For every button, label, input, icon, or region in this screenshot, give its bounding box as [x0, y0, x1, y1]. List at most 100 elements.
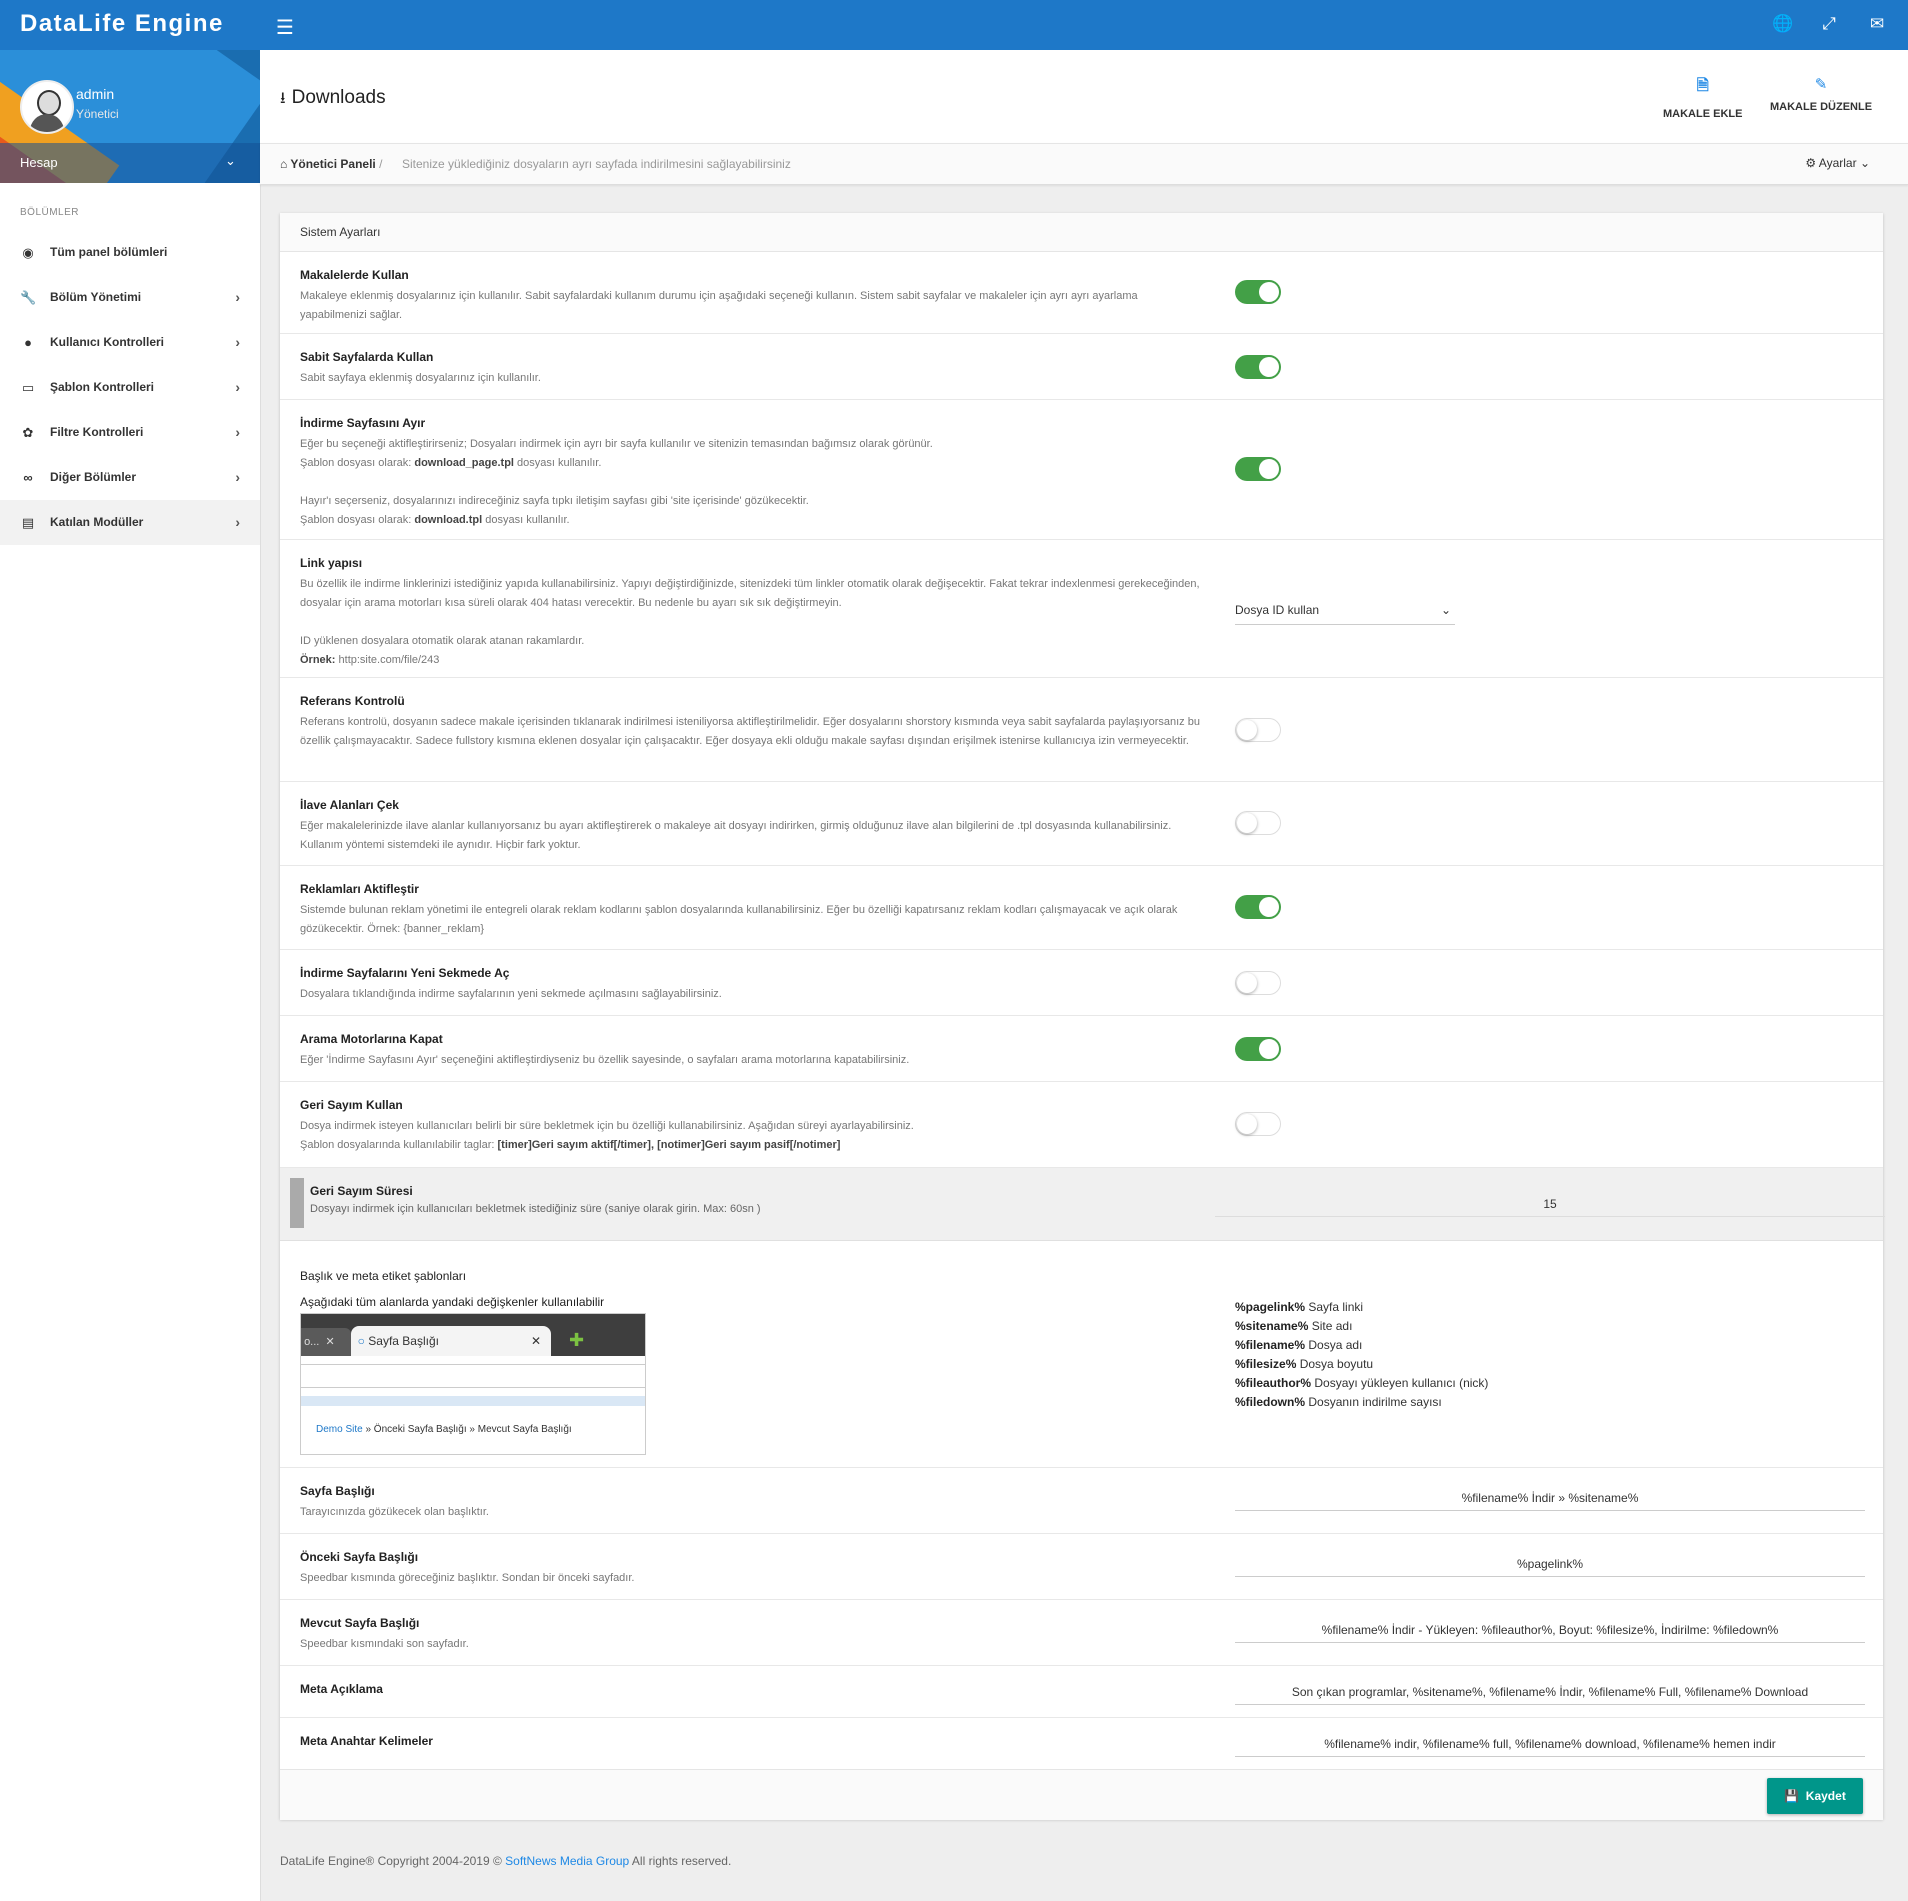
chevron-right-icon: › — [235, 514, 240, 530]
setting-description: Sistemde bulunan reklam yönetimi ile ent… — [300, 904, 1178, 935]
close-icon: ✕ — [530, 1334, 541, 1348]
setting-title: Referans Kontrolü — [300, 694, 405, 708]
toggle-static-pages[interactable] — [1235, 355, 1281, 379]
setting-title: Makalelerde Kullan — [300, 268, 409, 282]
sidebar-item-user-controls[interactable]: ● Kullanıcı Kontrolleri › — [0, 320, 260, 365]
sidebar-item-other-sections[interactable]: ∞ Diğer Bölümler › — [0, 455, 260, 500]
setting-title: Reklamları Aktifleştir — [300, 882, 419, 896]
sidebar-item-all-sections[interactable]: ◉ Tüm panel bölümleri — [0, 230, 260, 275]
setting-description: Bu özellik ile indirme linklerinizi iste… — [300, 578, 1200, 666]
setting-title: Sabit Sayfalarda Kullan — [300, 350, 434, 364]
chevron-right-icon: › — [235, 289, 240, 305]
toggle-extra-fields[interactable] — [1235, 811, 1281, 835]
setting-title: Mevcut Sayfa Başlığı — [300, 1616, 420, 1630]
toggle-referer-check[interactable] — [1235, 718, 1281, 742]
chevron-right-icon: › — [235, 469, 240, 485]
setting-description: Eğer makalelerinizde ilave alanlar kulla… — [300, 820, 1172, 851]
browser-tab-active: ○ Sayfa Başlığı ✕ — [351, 1326, 551, 1356]
add-article-button[interactable]: 🗎 MAKALE EKLE — [1663, 75, 1742, 120]
toggle-search-engines[interactable] — [1235, 1037, 1281, 1061]
globe-icon[interactable]: 🌐 — [1772, 15, 1793, 33]
link-structure-select[interactable]: Dosya ID kullan ⌄ — [1235, 600, 1455, 625]
sidebar-item-filter-controls[interactable]: ✿ Filtre Kontrolleri › — [0, 410, 260, 455]
save-button[interactable]: 💾 Kaydet — [1767, 1778, 1863, 1814]
edit-icon: ✎ — [1814, 76, 1828, 93]
setting-row-referer-check: Referans Kontrolü Referans kontrolü, dosy… — [280, 678, 1883, 782]
row-indicator — [290, 1178, 304, 1228]
setting-description: Dosya indirmek isteyen kullanıcıları bel… — [300, 1120, 914, 1151]
setting-title: Sayfa Başlığı — [300, 1484, 375, 1498]
setting-title: Link yapısı — [300, 556, 363, 570]
setting-row-current-page-title: Mevcut Sayfa Başlığı Speedbar kısmındaki … — [280, 1600, 1883, 1666]
setting-row-new-tab: İndirme Sayfalarını Yeni Sekmede Aç Dosya… — [280, 950, 1883, 1016]
setting-title: İndirme Sayfasını Ayır — [300, 416, 426, 430]
setting-row-articles: Makalelerde Kullan Makaleye eklenmiş dosy… — [280, 252, 1883, 334]
leaf-icon: ✿ — [22, 425, 34, 440]
setting-row-search-engines: Arama Motorlarına Kapat Eğer 'İndirme Say… — [280, 1016, 1883, 1082]
meta-section-title: Başlık ve meta etiket şablonları — [300, 1269, 467, 1283]
sidebar-item-template-controls[interactable]: ▭ Şablon Kontrolleri › — [0, 365, 260, 410]
panel-title: Sistem Ayarları — [280, 213, 1883, 252]
sidebar-item-label: Diğer Bölümler — [50, 470, 137, 484]
setting-description: Sabit sayfaya eklenmiş dosyalarınız için… — [300, 372, 541, 384]
toggle-countdown[interactable] — [1235, 1112, 1281, 1136]
setting-description: Referans kontrolü, dosyanın sadece makal… — [300, 716, 1200, 747]
setting-title: İndirme Sayfalarını Yeni Sekmede Aç — [300, 966, 510, 980]
page-header: ⭳ Downloads 🗎 MAKALE EKLE ✎ MAKALE DÜZENL… — [260, 50, 1908, 143]
select-value: Dosya ID kullan — [1235, 603, 1320, 617]
setting-title: Önceki Sayfa Başlığı — [300, 1550, 419, 1564]
chevron-right-icon: › — [235, 334, 240, 350]
expand-icon[interactable]: ⤢ — [1820, 15, 1838, 33]
brand-logo[interactable]: DataLife Engine — [20, 10, 224, 38]
meta-description-input[interactable]: Son çıkan programlar, %sitename%, %filen… — [1235, 1680, 1865, 1705]
close-icon: ✕ — [325, 1336, 335, 1348]
edit-article-button[interactable]: ✎ MAKALE DÜZENLE — [1770, 75, 1872, 113]
sidebar-item-label: Kullanıcı Kontrolleri — [50, 335, 165, 349]
sidebar-item-label: Şablon Kontrolleri — [50, 380, 155, 394]
sidebar-item-label: Filtre Kontrolleri — [50, 425, 144, 439]
user-box: admin Yönetici Hesap ⌄ — [0, 50, 260, 183]
browser-address-bar — [301, 1364, 645, 1388]
setting-row-countdown-duration: Geri Sayım Süresi Dosyayı indirmek için … — [280, 1168, 1885, 1241]
footer-company-link[interactable]: SoftNews Media Group — [505, 1854, 629, 1868]
user-name[interactable]: admin — [76, 86, 114, 102]
setting-description: Makaleye eklenmiş dosyalarınız için kull… — [300, 290, 1138, 321]
top-icons: 🌐 ⤢ ✉ — [1772, 15, 1886, 33]
account-menu-label[interactable]: Hesap — [20, 155, 58, 170]
setting-row-ads: Reklamları Aktifleştir Sistemde bulunan r… — [280, 866, 1883, 950]
home-icon: ⌂ — [280, 157, 288, 171]
sidebar-item-modules[interactable]: ▤ Katılan Modüller › — [0, 500, 260, 545]
toggle-articles[interactable] — [1235, 280, 1281, 304]
setting-row-countdown: Geri Sayım Kullan Dosya indirmek isteyen… — [280, 1082, 1883, 1168]
mail-icon[interactable]: ✉ — [1868, 15, 1886, 33]
current-page-title-input[interactable]: %filename% İndir - Yükleyen: %fileauthor… — [1235, 1618, 1865, 1643]
meta-keywords-input[interactable]: %filename% indir, %filename% full, %file… — [1235, 1732, 1865, 1757]
setting-title: İlave Alanları Çek — [300, 798, 399, 812]
toggle-new-tab[interactable] — [1235, 971, 1281, 995]
previous-page-title-input[interactable]: %pagelink% — [1235, 1552, 1865, 1577]
setting-description: Eğer 'İndirme Sayfasını Ayır' seçeneğini… — [300, 1054, 910, 1066]
toggle-separate-download-page[interactable] — [1235, 457, 1281, 481]
variable-item: %pagelink% Sayfa linki — [1235, 1300, 1364, 1314]
breadcrumb-separator: / — [379, 157, 383, 171]
avatar[interactable] — [20, 80, 74, 134]
sidebar-item-label: Katılan Modüller — [50, 515, 144, 529]
setting-row-meta-description: Meta Açıklama Son çıkan programlar, %sit… — [280, 1666, 1883, 1718]
menu-toggle-icon[interactable]: ☰ — [276, 15, 294, 40]
setting-title: Meta Açıklama — [300, 1682, 383, 1696]
sidebar: admin Yönetici Hesap ⌄ BÖLÜMLER ◉ Tüm pa… — [0, 50, 261, 1901]
breadcrumb: ⌂ Yönetici Paneli / Sitenize yüklediğini… — [260, 143, 1908, 185]
new-tab-icon: ✚ — [569, 1330, 585, 1350]
toggle-ads[interactable] — [1235, 895, 1281, 919]
sidebar-item-section-management[interactable]: 🔧 Bölüm Yönetimi › — [0, 275, 260, 320]
settings-dropdown[interactable]: ⚙ Ayarlar ⌄ — [1805, 156, 1870, 170]
breadcrumb-home[interactable]: ⌂ Yönetici Paneli / — [280, 157, 382, 171]
sidebar-section-title: BÖLÜMLER — [20, 207, 80, 218]
browser-speedbar: Demo Site » Önceki Sayfa Başlığı » Mevcu… — [316, 1424, 572, 1435]
breadcrumb-description: Sitenize yüklediğiniz dosyaların ayrı sa… — [402, 157, 791, 171]
sidebar-item-label: Tüm panel bölümleri — [50, 245, 168, 259]
countdown-duration-input[interactable]: 15 — [1215, 1192, 1885, 1217]
setting-row-separate-download-page: İndirme Sayfasını Ayır Eğer bu seçeneği … — [280, 400, 1883, 540]
page-title-input[interactable]: %filename% İndir » %sitename% — [1235, 1486, 1865, 1511]
chevron-down-icon[interactable]: ⌄ — [225, 153, 236, 169]
